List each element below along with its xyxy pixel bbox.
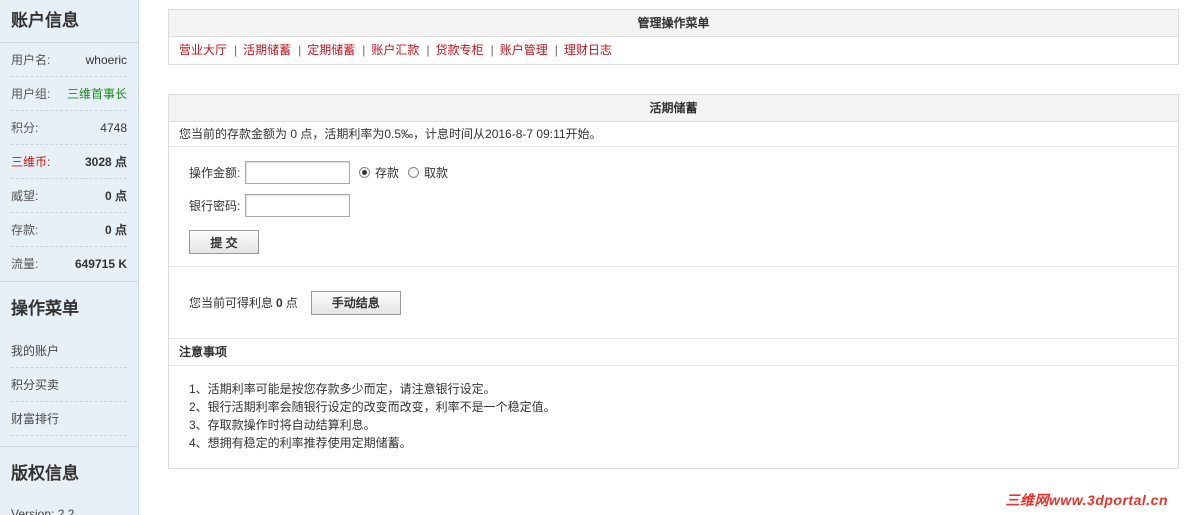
menu-separator: | <box>490 43 494 57</box>
account-info-title: 账户信息 <box>11 11 79 30</box>
menu-separator: | <box>298 43 302 57</box>
prestige-value: 0 点 <box>104 189 127 203</box>
interest-prefix: 您当前可得利息 <box>189 296 274 310</box>
password-row: 银行密码: <box>189 193 1178 218</box>
menu-separator: | <box>554 43 558 57</box>
notice-title: 注意事项 <box>169 339 1178 366</box>
points-row: 积分: 4748 <box>11 111 127 145</box>
sidebar-item-points-trade[interactable]: 积分买卖 <box>11 368 127 402</box>
menu-separator: | <box>426 43 430 57</box>
points-value: 4748 <box>100 121 127 135</box>
current-savings-title: 活期储蓄 <box>169 95 1178 122</box>
coins-value: 3028 点 <box>84 155 127 169</box>
copyright-title: 版权信息 <box>11 464 79 483</box>
amount-input[interactable] <box>245 161 350 184</box>
savings-info-text: 您当前的存款金额为 0 点，活期利率为0.5‰，计息时间从2016-8-7 09… <box>169 122 1178 147</box>
interest-area: 您当前可得利息 0 点 手动结息 <box>169 267 1178 339</box>
radio-checked-icon <box>359 167 370 178</box>
deposit-radio-label: 存款 <box>375 166 400 180</box>
notice-item: 3、存取款操作时将自动结算利息。 <box>189 418 376 432</box>
usergroup-value: 三维首事长 <box>66 87 127 101</box>
deposit-label: 存款: <box>11 223 39 237</box>
operation-menu-title: 操作菜单 <box>11 299 79 318</box>
menu-link-loan-counter[interactable]: 贷款专柜 <box>436 43 484 57</box>
site-watermark: 三维网www.3dportal.cn <box>1005 492 1168 508</box>
submit-button[interactable]: 提 交 <box>189 230 259 254</box>
traffic-label: 流量: <box>11 257 39 271</box>
prestige-label: 威望: <box>11 189 39 203</box>
main-content: 管理操作菜单 营业大厅 | 活期储蓄 | 定期储蓄 | 账户汇款 | 贷款专柜 | 账户管理 | 理财日… <box>168 9 1179 469</box>
usergroup-label: 用户组: <box>11 87 51 101</box>
interest-value: 0 <box>276 295 283 310</box>
manage-menu-title: 管理操作菜单 <box>169 10 1178 37</box>
amount-row: 操作金额: 存款 取款 <box>189 160 1178 185</box>
username-label: 用户名: <box>11 53 51 67</box>
current-savings-box: 活期储蓄 您当前的存款金额为 0 点，活期利率为0.5‰，计息时间从2016-8… <box>168 94 1179 469</box>
withdraw-radio[interactable]: 取款 <box>408 164 448 181</box>
menu-separator: | <box>234 43 238 57</box>
usergroup-row: 用户组: 三维首事长 <box>11 77 127 111</box>
interest-unit: 点 <box>285 296 298 310</box>
password-label: 银行密码: <box>189 199 241 213</box>
coins-row: 三维币: 3028 点 <box>11 145 127 179</box>
manual-settle-button[interactable]: 手动结息 <box>310 290 401 315</box>
points-label: 积分: <box>11 121 39 135</box>
traffic-value: 649715 K <box>74 257 127 271</box>
manage-menu-box: 管理操作菜单 营业大厅 | 活期储蓄 | 定期储蓄 | 账户汇款 | 贷款专柜 | 账户管理 | 理财日… <box>168 9 1179 65</box>
deposit-row: 存款: 0 点 <box>11 213 127 247</box>
menu-link-business-hall[interactable]: 营业大厅 <box>179 43 227 57</box>
menu-separator: | <box>362 43 366 57</box>
traffic-row: 流量: 649715 K <box>11 247 127 281</box>
prestige-row: 威望: 0 点 <box>11 179 127 213</box>
notice-list: 1、活期利率可能是按您存款多少而定，请注意银行设定。 2、银行活期利率会随银行设… <box>169 366 1178 468</box>
notice-item: 1、活期利率可能是按您存款多少而定，请注意银行设定。 <box>189 382 496 396</box>
notice-item: 2、银行活期利率会随银行设定的改变而改变，利率不是一个稳定值。 <box>189 400 556 414</box>
sidebar-item-wealth-rank[interactable]: 财富排行 <box>11 402 127 436</box>
menu-link-current-savings[interactable]: 活期储蓄 <box>243 43 291 57</box>
deposit-radio[interactable]: 存款 <box>359 164 399 181</box>
menu-link-account-management[interactable]: 账户管理 <box>500 43 548 57</box>
deposit-value: 0 点 <box>104 223 127 237</box>
coins-label: 三维币: <box>11 155 51 169</box>
savings-form: 操作金额: 存款 取款 银行密码: 提 交 <box>169 147 1178 267</box>
menu-link-fixed-savings[interactable]: 定期储蓄 <box>307 43 355 57</box>
username-value: whoeric <box>85 53 127 67</box>
bank-password-input[interactable] <box>245 194 350 217</box>
username-row: 用户名: whoeric <box>11 43 127 77</box>
sidebar: 账户信息 用户名: whoeric 用户组: 三维首事长 积分: 4748 三维… <box>0 0 139 515</box>
radio-unchecked-icon <box>408 167 420 178</box>
amount-label: 操作金额: <box>189 166 241 180</box>
withdraw-radio-label: 取款 <box>424 166 449 180</box>
menu-link-finance-log[interactable]: 理财日志 <box>564 43 612 57</box>
sidebar-item-my-account[interactable]: 我的账户 <box>11 334 127 368</box>
manage-menu-links: 营业大厅 | 活期储蓄 | 定期储蓄 | 账户汇款 | 贷款专柜 | 账户管理 | 理财日志 <box>169 37 1178 64</box>
menu-link-remittance[interactable]: 账户汇款 <box>371 43 419 57</box>
version-text: Version: 2.2 <box>11 507 75 515</box>
notice-item: 4、想拥有稳定的利率推荐使用定期储蓄。 <box>189 436 412 450</box>
